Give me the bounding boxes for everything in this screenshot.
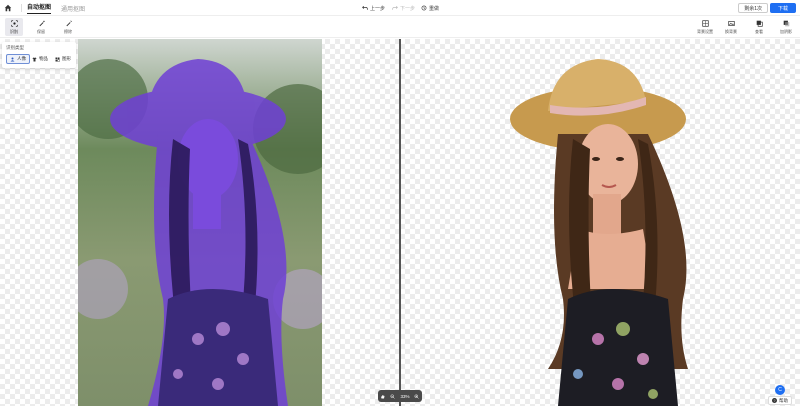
remaining-button[interactable]: 剩余1次 [738,3,768,13]
recognition-option-label: 图形 [62,56,71,61]
redo-button[interactable]: 下一步 [392,0,415,16]
top-bar: 自动抠图 通用抠图 上一步 下一步 重做 剩余1次 下载 [0,0,800,16]
masked-photo-illustration [78,39,322,406]
background-icon [701,19,709,27]
tool-erase[interactable]: 擦除 [59,18,77,36]
replace-bg-icon [727,20,735,26]
tool-replace-bg-label: 换背景 [725,28,737,34]
hand-icon[interactable] [380,394,385,399]
recognition-option-label: 人像 [17,56,26,61]
home-icon [4,4,12,11]
tool-shadow-label: 加阴影 [780,28,792,34]
divider [21,3,22,12]
recognition-type-panel: 识别类型 人像 物品 图形 [2,42,76,68]
shirt-icon [32,57,37,61]
brush-erase-icon [65,19,72,26]
tool-shadow[interactable]: 加阴影 [777,18,795,36]
tool-erase-label: 擦除 [64,28,72,34]
download-button[interactable]: 下载 [770,3,796,13]
undo-icon [362,5,368,10]
cutout-result-photo[interactable] [478,39,722,406]
tool-keep[interactable]: 保留 [32,18,50,36]
recognition-option-object[interactable]: 物品 [29,54,51,64]
help-label: 帮助 [779,397,788,403]
tool-row: 识别 保留 擦除 背景设置 换背景 查看 加阴影 [0,16,800,38]
question-icon: ? [772,398,777,403]
reset-label: 重做 [429,5,440,12]
home-button[interactable] [0,0,16,16]
zoom-control: 33% [378,390,422,402]
tool-replace-background[interactable]: 换背景 [722,18,740,36]
reset-button[interactable]: 重做 [421,0,439,16]
person-icon [10,57,15,61]
help-button[interactable]: ? 帮助 [768,396,792,405]
shadow-icon [783,20,789,26]
tab-auto-cutout[interactable]: 自动抠图 [27,1,52,14]
recognition-option-graphic[interactable]: 图形 [52,54,74,64]
undo-button[interactable]: 上一步 [362,0,385,16]
scan-icon [10,19,18,27]
brush-keep-icon [38,20,45,26]
zoom-level: 33% [400,393,410,399]
tool-recognize-label: 识别 [10,28,18,34]
recognition-option-portrait[interactable]: 人像 [6,54,30,64]
tab-general-cutout[interactable]: 通用抠图 [61,3,85,13]
reset-icon [421,5,427,11]
tool-view-label: 查看 [755,28,763,34]
zoom-in-icon[interactable] [414,394,420,399]
recognition-option-label: 物品 [39,56,48,61]
view-icon [756,20,763,27]
tool-keep-label: 保留 [37,28,45,34]
support-avatar[interactable]: C [775,385,785,395]
tool-recognize[interactable]: 识别 [5,18,23,36]
tool-view[interactable]: 查看 [750,18,768,36]
zoom-out-icon[interactable] [390,394,396,399]
cutout-photo-illustration [510,59,688,406]
recognition-type-title: 识别类型 [6,45,24,50]
undo-label: 上一步 [370,5,386,12]
original-photo-with-mask[interactable] [78,39,322,406]
help-widget: C ? 帮助 [768,385,792,405]
compare-divider[interactable] [399,39,401,406]
redo-label: 下一步 [400,5,416,12]
redo-icon [392,5,398,10]
tool-background-label: 背景设置 [697,28,713,34]
tool-background-settings[interactable]: 背景设置 [695,18,715,36]
grid-icon [55,57,60,62]
